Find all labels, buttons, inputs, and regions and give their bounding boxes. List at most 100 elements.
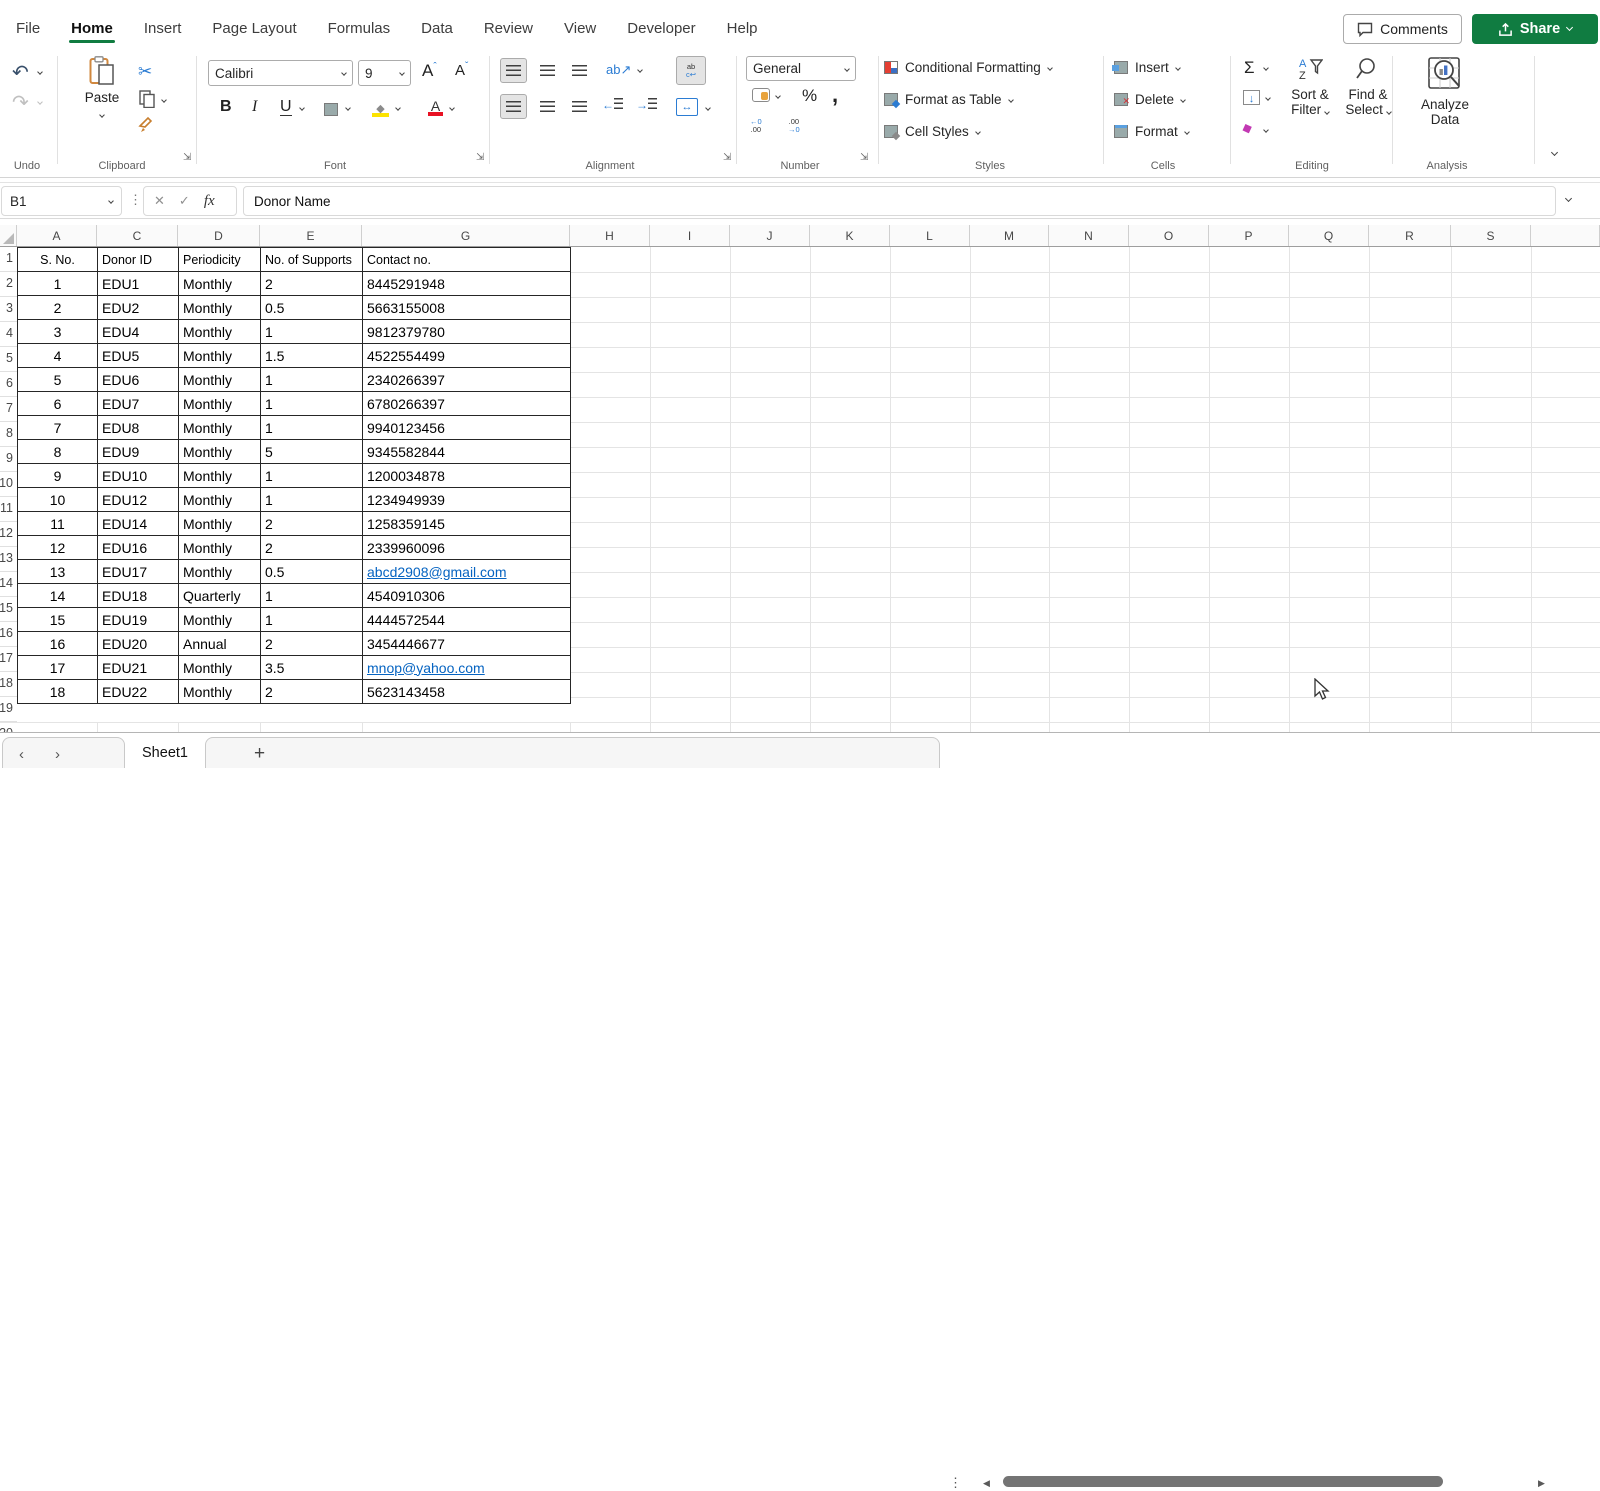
column-header-S[interactable]: S — [1451, 225, 1531, 246]
font-dialog-launcher[interactable]: ⇲ — [476, 152, 484, 163]
row-header-17[interactable]: 17 — [0, 647, 17, 672]
cell[interactable]: EDU10 — [98, 464, 179, 488]
cell[interactable]: 5623143458 — [363, 680, 571, 704]
cell[interactable]: Annual — [179, 632, 261, 656]
cell[interactable]: Monthly — [179, 656, 261, 680]
cut-button[interactable]: ✂ — [138, 62, 152, 82]
cell[interactable]: 4522554499 — [363, 344, 571, 368]
redo-button[interactable]: ↷ — [12, 90, 29, 115]
insert-cells-button[interactable]: Insert — [1114, 60, 1180, 75]
row-header-6[interactable]: 6 — [0, 372, 17, 397]
expand-formula-bar-chevron-icon[interactable] — [1565, 195, 1572, 202]
cell[interactable]: 15 — [18, 608, 98, 632]
shrink-font-button[interactable]: Aˇ — [455, 61, 468, 79]
column-header-K[interactable]: K — [810, 225, 890, 246]
cell[interactable]: 9940123456 — [363, 416, 571, 440]
redo-chevron-icon[interactable] — [37, 99, 43, 105]
cell[interactable]: 1 — [261, 320, 363, 344]
row-header-12[interactable]: 12 — [0, 522, 17, 547]
menu-tab-view[interactable]: View — [562, 20, 598, 45]
cell[interactable]: Monthly — [179, 464, 261, 488]
cell[interactable]: 1 — [261, 392, 363, 416]
cell[interactable]: Monthly — [179, 488, 261, 512]
cell[interactable]: 2 — [261, 512, 363, 536]
name-box-drag-dots-icon[interactable]: ⋮ — [129, 192, 142, 208]
next-sheet-button[interactable]: › — [55, 746, 60, 763]
cell[interactable]: EDU19 — [98, 608, 179, 632]
menu-tab-formulas[interactable]: Formulas — [326, 20, 393, 45]
cell[interactable]: 16 — [18, 632, 98, 656]
undo-chevron-icon[interactable] — [37, 69, 43, 75]
cell[interactable]: 9345582844 — [363, 440, 571, 464]
cell[interactable]: 6780266397 — [363, 392, 571, 416]
cell[interactable]: 3 — [18, 320, 98, 344]
fill-button[interactable]: ↓ — [1243, 90, 1260, 105]
cell[interactable]: Monthly — [179, 512, 261, 536]
sort-filter-button[interactable]: A Z Sort & Filter — [1284, 56, 1336, 117]
cell[interactable]: 5 — [261, 440, 363, 464]
sheet-grid[interactable]: 1234567891011121314151617181920 S. No.Do… — [0, 247, 1600, 732]
contact-link[interactable]: abcd2908@gmail.com — [367, 564, 507, 580]
row-header-16[interactable]: 16 — [0, 622, 17, 647]
column-header-partial[interactable] — [1531, 225, 1600, 246]
column-header-N[interactable]: N — [1049, 225, 1129, 246]
cell[interactable]: Monthly — [179, 272, 261, 296]
accounting-format-button[interactable] — [752, 88, 770, 102]
cell[interactable]: EDU20 — [98, 632, 179, 656]
column-header-C[interactable]: C — [97, 225, 178, 246]
clipboard-dialog-launcher[interactable]: ⇲ — [183, 152, 191, 163]
menu-tab-home[interactable]: Home — [69, 20, 115, 45]
column-header-P[interactable]: P — [1209, 225, 1289, 246]
align-center-button[interactable] — [540, 101, 555, 112]
cell[interactable]: EDU12 — [98, 488, 179, 512]
cell[interactable]: Monthly — [179, 320, 261, 344]
borders-button[interactable] — [324, 103, 338, 116]
cell[interactable]: 18 — [18, 680, 98, 704]
clear-chevron-icon[interactable] — [1263, 127, 1269, 133]
cell[interactable]: 2 — [261, 536, 363, 560]
column-header-M[interactable]: M — [970, 225, 1049, 246]
menu-tab-insert[interactable]: Insert — [142, 20, 184, 45]
row-header-11[interactable]: 11 — [0, 497, 17, 522]
align-middle-button[interactable] — [540, 65, 555, 76]
fill-color-button[interactable]: ◆ — [372, 100, 389, 117]
decrease-decimal-button[interactable]: .00→0 — [788, 118, 800, 133]
cell[interactable]: 1.5 — [261, 344, 363, 368]
column-header-G[interactable]: G — [362, 225, 570, 246]
name-box[interactable]: B1 — [1, 186, 122, 216]
cell[interactable]: 1200034878 — [363, 464, 571, 488]
align-left-button[interactable] — [500, 94, 527, 119]
font-name-select[interactable]: Calibri — [208, 60, 353, 86]
row-header-20[interactable]: 20 — [0, 722, 17, 732]
analyze-data-button[interactable]: Analyze Data — [1416, 56, 1474, 127]
undo-button[interactable]: ↶ — [12, 60, 29, 85]
cell[interactable]: EDU14 — [98, 512, 179, 536]
bold-button[interactable]: B — [220, 98, 232, 116]
copy-button[interactable] — [139, 90, 156, 108]
cell[interactable]: 10 — [18, 488, 98, 512]
cell[interactable]: 0.5 — [261, 560, 363, 584]
row-header-2[interactable]: 2 — [0, 272, 17, 297]
cell[interactable]: 14 — [18, 584, 98, 608]
cell[interactable]: 7 — [18, 416, 98, 440]
header-cell[interactable]: Contact no. — [363, 248, 571, 272]
collapse-ribbon-chevron-icon[interactable] — [1551, 149, 1558, 156]
row-header-1[interactable]: 1 — [0, 247, 17, 272]
cell[interactable]: 1 — [261, 608, 363, 632]
menu-tab-page-layout[interactable]: Page Layout — [210, 20, 298, 45]
header-cell[interactable]: Donor ID — [98, 248, 179, 272]
autosum-chevron-icon[interactable] — [1263, 65, 1269, 71]
cell[interactable]: 1 — [261, 584, 363, 608]
header-cell[interactable]: Periodicity — [179, 248, 261, 272]
alignment-dialog-launcher[interactable]: ⇲ — [723, 152, 731, 163]
cell[interactable]: 9812379780 — [363, 320, 571, 344]
merge-center-chevron-icon[interactable] — [705, 105, 711, 111]
cell[interactable]: 1 — [261, 488, 363, 512]
horizontal-scrollbar-thumb[interactable] — [1003, 1476, 1443, 1487]
cell[interactable]: Monthly — [179, 344, 261, 368]
cell[interactable]: 2339960096 — [363, 536, 571, 560]
format-painter-button[interactable] — [138, 116, 156, 134]
column-header-D[interactable]: D — [178, 225, 260, 246]
autosum-button[interactable]: Σ — [1244, 58, 1255, 78]
prev-sheet-button[interactable]: ‹ — [19, 746, 24, 763]
